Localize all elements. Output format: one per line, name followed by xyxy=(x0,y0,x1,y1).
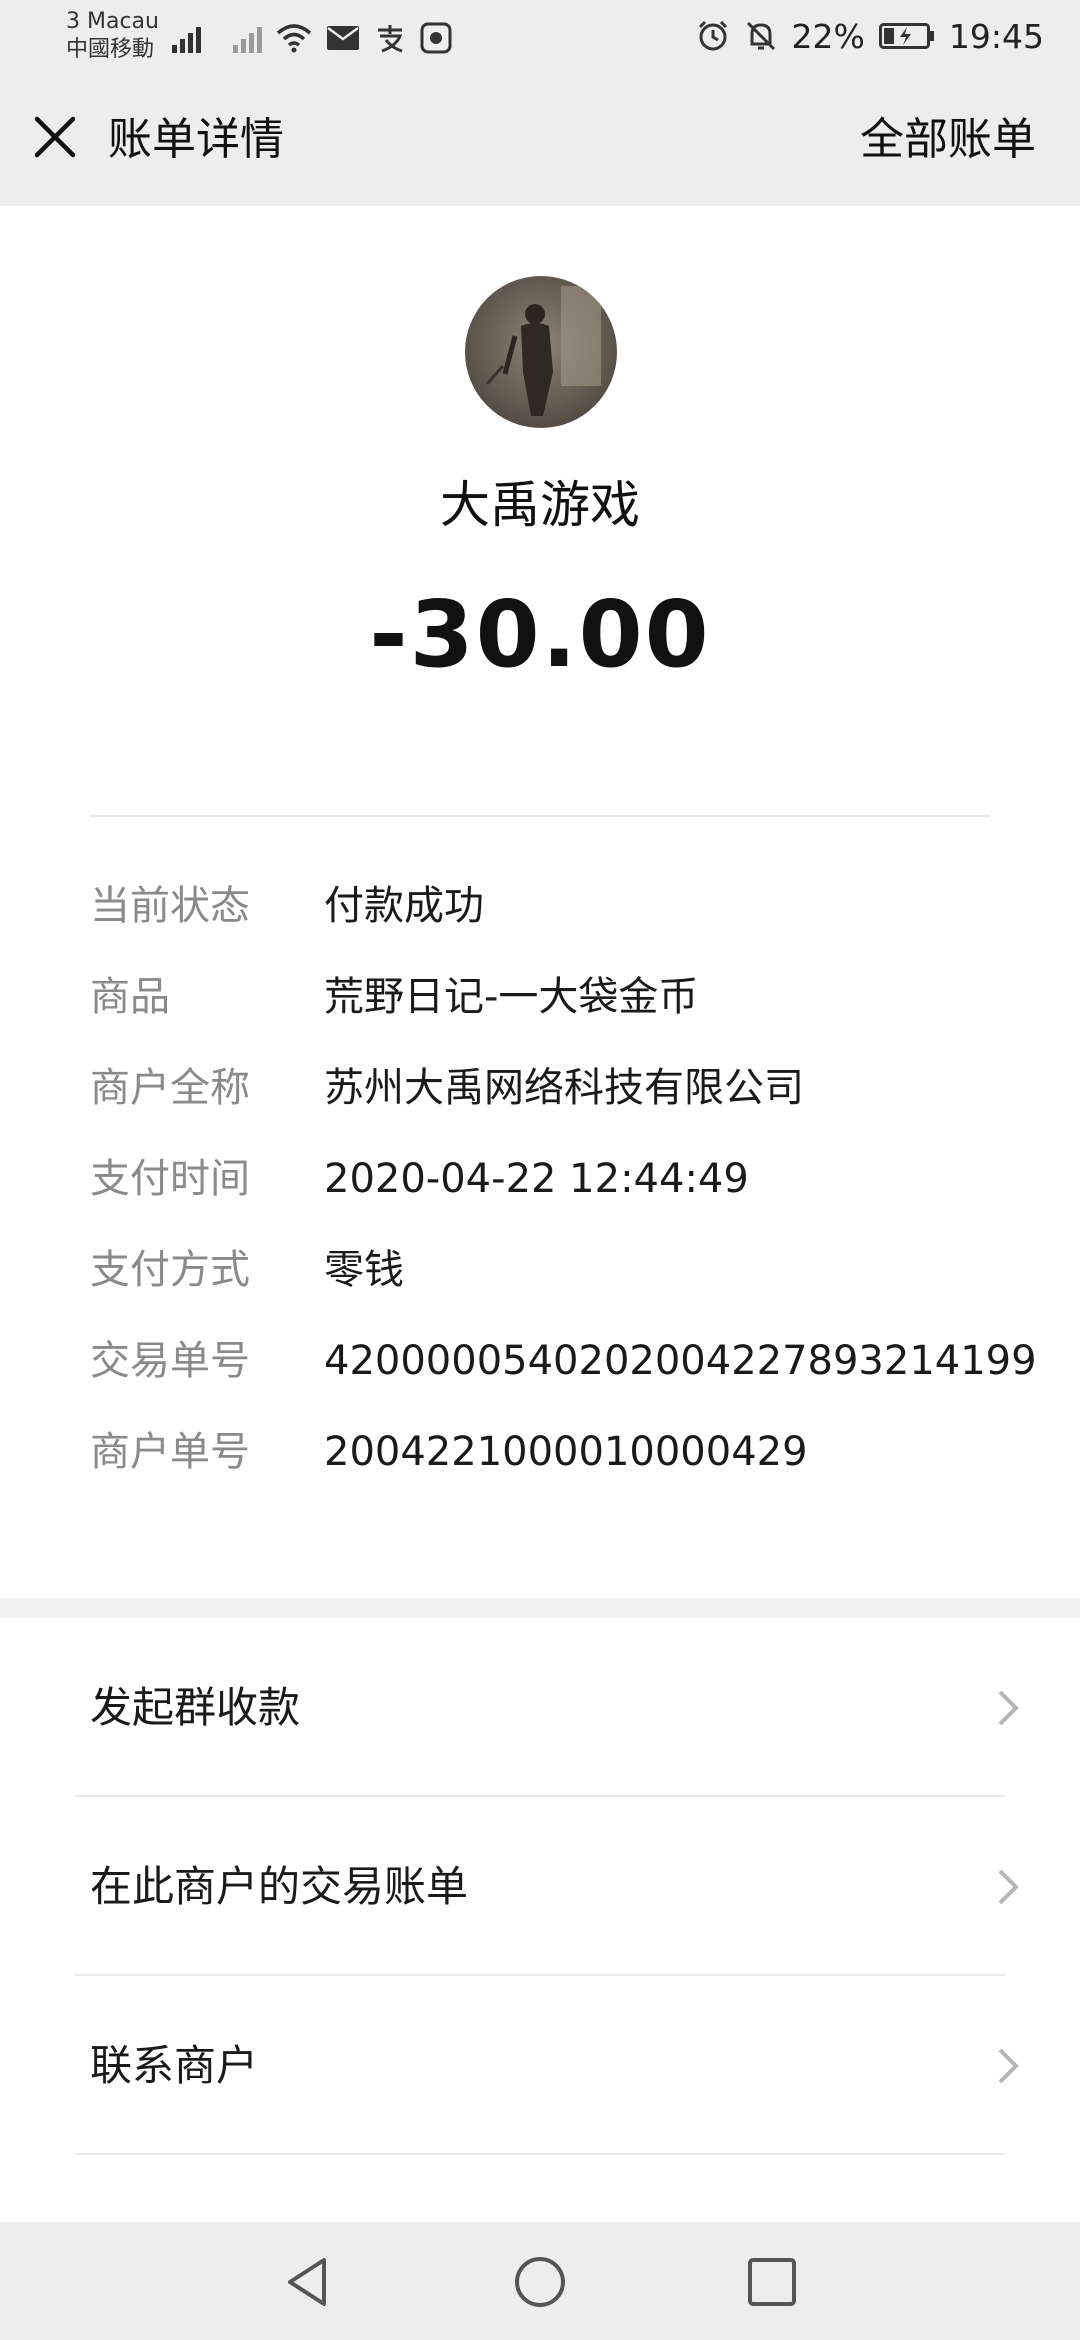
merchant-avatar-image xyxy=(485,286,601,416)
system-nav-bar xyxy=(0,2222,1080,2340)
action-list: 发起群收款 在此商户的交易账单 联系商户 xyxy=(0,1618,1080,2155)
page-title: 账单详情 xyxy=(108,114,284,165)
detail-label: 当前状态 xyxy=(90,883,250,929)
signal-secondary-icon xyxy=(233,23,262,53)
transaction-amount: -30.00 xyxy=(369,581,711,688)
detail-label: 商品 xyxy=(90,974,170,1020)
detail-row-merchant-order-id: 商户单号 2004221000010000429 xyxy=(90,1426,1030,1517)
detail-row-pay-time: 支付时间 2020-04-22 12:44:49 xyxy=(90,1153,1030,1244)
transaction-details: 当前状态 付款成功 商品 荒野日记-一大袋金币 商户全称 苏州大禹网络科技有限公… xyxy=(90,880,1037,1517)
detail-label: 商户全称 xyxy=(90,1065,250,1111)
camera-app-icon xyxy=(420,22,452,54)
battery-percent: 22% xyxy=(791,16,865,56)
wifi-icon xyxy=(276,24,312,53)
signal-icon xyxy=(172,23,201,53)
close-icon[interactable] xyxy=(30,112,80,162)
carrier-info: 3 Macau 中國移動 xyxy=(66,8,159,64)
section-divider xyxy=(90,815,990,817)
status-icons-left xyxy=(172,18,452,58)
detail-value: 2020-04-22 12:44:49 xyxy=(324,1156,749,1202)
carrier-network: 中國移動 xyxy=(66,37,155,62)
detail-row-merchant-fullname: 商户全称 苏州大禹网络科技有限公司 xyxy=(90,1062,1030,1153)
action-label: 联系商户 xyxy=(90,2041,259,2090)
clock: 19:45 xyxy=(948,16,1044,56)
detail-value: 付款成功 xyxy=(324,883,484,929)
detail-label: 商户单号 xyxy=(90,1429,250,1475)
detail-label: 支付时间 xyxy=(90,1156,250,1202)
action-contact-merchant[interactable]: 联系商户 xyxy=(0,1976,1080,2155)
chevron-right-icon xyxy=(998,1869,1019,1905)
all-bills-button[interactable]: 全部账单 xyxy=(860,112,1036,168)
action-label: 在此商户的交易账单 xyxy=(90,1862,469,1911)
action-label: 发起群收款 xyxy=(90,1683,301,1732)
merchant-name: 大禹游戏 xyxy=(440,476,640,534)
detail-row-status: 当前状态 付款成功 xyxy=(90,880,1030,971)
detail-value: 零钱 xyxy=(324,1247,404,1293)
mail-icon xyxy=(327,26,359,50)
merchant-avatar xyxy=(465,276,617,428)
alipay-icon xyxy=(378,25,403,53)
nav-bar: 账单详情 全部账单 xyxy=(0,72,1080,206)
mute-bell-icon xyxy=(746,21,775,51)
detail-label: 交易单号 xyxy=(90,1338,250,1384)
chevron-right-icon xyxy=(998,2048,1019,2084)
detail-value: 苏州大禹网络科技有限公司 xyxy=(324,1065,804,1111)
carrier-name: 3 Macau xyxy=(66,9,159,34)
detail-value: 2004221000010000429 xyxy=(324,1429,808,1475)
chevron-right-icon xyxy=(998,1690,1019,1726)
detail-value: 4200000540202004227893214199 xyxy=(324,1338,1037,1384)
recents-square-icon[interactable] xyxy=(744,2254,800,2310)
list-divider xyxy=(75,2153,1005,2155)
detail-row-transaction-id: 交易单号 4200000540202004227893214199 xyxy=(90,1335,1037,1426)
detail-row-pay-method: 支付方式 零钱 xyxy=(90,1244,1030,1335)
section-gap xyxy=(0,1598,1080,1618)
detail-value: 荒野日记-一大袋金币 xyxy=(324,974,699,1020)
action-merchant-bills[interactable]: 在此商户的交易账单 xyxy=(0,1797,1080,1976)
alarm-icon xyxy=(698,20,727,51)
battery-icon xyxy=(878,23,934,49)
action-group-collect[interactable]: 发起群收款 xyxy=(0,1618,1080,1797)
status-bar: 3 Macau 中國移動 22% 19:45 xyxy=(0,0,1080,72)
detail-row-product: 商品 荒野日记-一大袋金币 xyxy=(90,971,1030,1062)
detail-label: 支付方式 xyxy=(90,1247,250,1293)
home-circle-icon[interactable] xyxy=(512,2254,568,2310)
status-icons-right: 22% 19:45 xyxy=(696,14,1044,58)
back-triangle-icon[interactable] xyxy=(280,2254,336,2310)
